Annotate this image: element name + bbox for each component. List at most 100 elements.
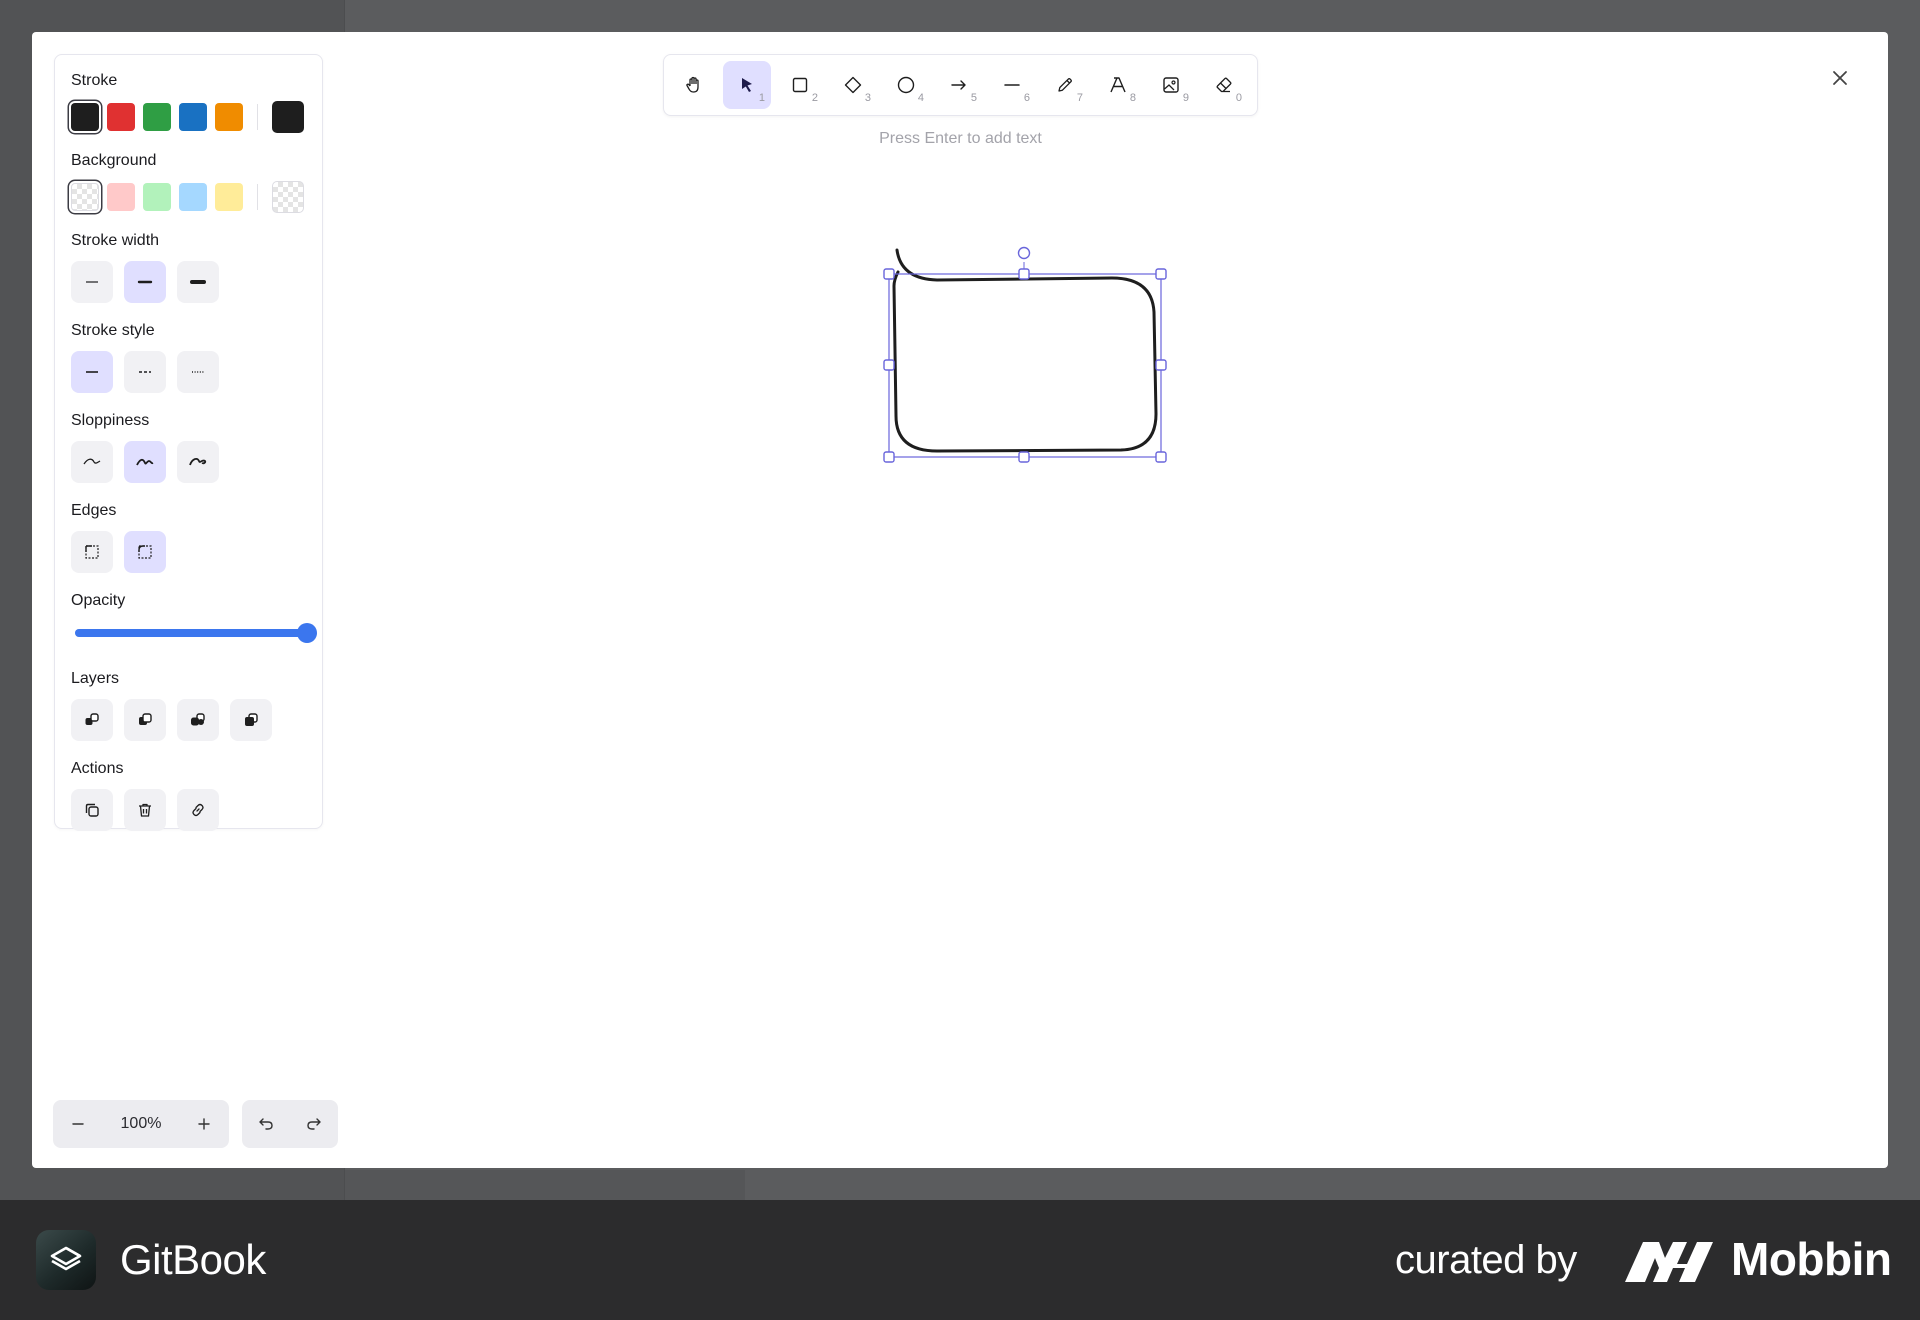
tool-key: 7 (1076, 92, 1083, 104)
stroke-style-dotted-button[interactable] (177, 351, 219, 393)
send-to-back-button[interactable] (71, 699, 113, 741)
sloppiness-cartoonist-button[interactable] (177, 441, 219, 483)
background-swatch[interactable] (71, 183, 99, 211)
tool-draw[interactable]: 7 (1041, 61, 1089, 109)
resize-handle[interactable] (883, 268, 895, 280)
mobbin-logo-icon (1625, 1242, 1713, 1282)
link-button[interactable] (177, 789, 219, 831)
bring-to-front-icon (245, 713, 258, 726)
tool-line[interactable]: 6 (988, 61, 1036, 109)
stroke-width-thin-button[interactable] (71, 261, 113, 303)
background-swatch[interactable] (215, 183, 243, 211)
resize-handle[interactable] (1155, 359, 1167, 371)
undo-button[interactable] (242, 1100, 290, 1148)
stroke-swatch[interactable] (215, 103, 243, 131)
resize-handle[interactable] (1155, 268, 1167, 280)
zoom-out-button[interactable] (53, 1100, 103, 1148)
tool-key: 4 (917, 92, 924, 104)
solid-line-icon (86, 371, 98, 373)
diamond-icon (844, 76, 862, 94)
rotation-handle[interactable] (1017, 246, 1031, 260)
dotted-line-icon (192, 371, 204, 373)
background-swatch[interactable] (143, 183, 171, 211)
tool-key: 1 (758, 92, 765, 104)
opacity-slider[interactable] (75, 621, 317, 645)
tool-key: 9 (1182, 92, 1189, 104)
close-icon (1833, 71, 1847, 85)
gitbook-brand: GitBook (120, 1236, 266, 1283)
resize-handle[interactable] (883, 359, 895, 371)
tool-arrow[interactable]: 5 (935, 61, 983, 109)
tool-rectangle[interactable]: 2 (776, 61, 824, 109)
send-to-back-icon (85, 713, 99, 725)
thin-line-icon (86, 281, 98, 283)
sloppiness-title: Sloppiness (71, 412, 150, 429)
stroke-style-solid-button[interactable] (71, 351, 113, 393)
properties-panel: Stroke Background Stroke width Stroke st… (54, 54, 323, 831)
undo-icon (259, 1118, 273, 1130)
layers-options (71, 699, 322, 741)
tool-key: 3 (864, 92, 871, 104)
resize-handle[interactable] (1018, 268, 1030, 280)
stroke-swatch[interactable] (143, 103, 171, 131)
arrow-icon (951, 80, 966, 90)
stroke-style-dashed-button[interactable] (124, 351, 166, 393)
background-swatch[interactable] (179, 183, 207, 211)
artist-icon (136, 458, 154, 466)
dashed-line-icon (139, 371, 151, 373)
stroke-swatch[interactable] (107, 103, 135, 131)
background-current-color[interactable] (272, 181, 304, 213)
tool-selection[interactable]: 1 (723, 61, 771, 109)
tool-eraser[interactable]: 0 (1200, 61, 1248, 109)
background-swatch[interactable] (107, 183, 135, 211)
footer-bar: GitBook curated by Mobbin (0, 1200, 1920, 1320)
bring-forward-button[interactable] (177, 699, 219, 741)
sloppiness-options (71, 441, 322, 483)
duplicate-button[interactable] (71, 789, 113, 831)
resize-handle[interactable] (883, 451, 895, 463)
link-icon (192, 803, 204, 817)
cartoonist-icon (189, 458, 207, 466)
bring-to-front-button[interactable] (230, 699, 272, 741)
swatch-divider (257, 104, 258, 130)
architect-icon (83, 458, 101, 465)
sloppiness-architect-button[interactable] (71, 441, 113, 483)
resize-handle[interactable] (1018, 451, 1030, 463)
send-backward-button[interactable] (124, 699, 166, 741)
duplicate-icon (85, 803, 99, 817)
send-backward-icon (139, 713, 152, 725)
redo-button[interactable] (290, 1100, 338, 1148)
edges-sharp-button[interactable] (71, 531, 113, 573)
close-button[interactable] (1824, 62, 1856, 94)
gitbook-book-icon (50, 1246, 82, 1271)
tool-diamond[interactable]: 3 (829, 61, 877, 109)
opacity-title: Opacity (71, 592, 126, 609)
resize-handle[interactable] (1155, 451, 1167, 463)
tool-key: 6 (1023, 92, 1030, 104)
text-icon (1110, 77, 1126, 93)
stroke-width-bold-button[interactable] (124, 261, 166, 303)
sloppiness-artist-button[interactable] (124, 441, 166, 483)
edges-round-button[interactable] (124, 531, 166, 573)
stroke-swatch[interactable] (179, 103, 207, 131)
tool-key: 5 (970, 92, 977, 104)
rounded-rectangle-shape[interactable] (892, 248, 1158, 453)
delete-button[interactable] (124, 789, 166, 831)
zoom-level[interactable]: 100% (103, 1115, 179, 1133)
opacity-knob[interactable] (297, 623, 317, 643)
zoom-in-button[interactable] (179, 1100, 229, 1148)
actions-title: Actions (71, 760, 124, 777)
tool-text[interactable]: 8 (1094, 61, 1142, 109)
tool-hand[interactable] (670, 61, 718, 109)
opacity-fill (75, 629, 307, 637)
tool-image[interactable]: 9 (1147, 61, 1195, 109)
stroke-swatch[interactable] (71, 103, 99, 131)
stroke-width-options (71, 261, 322, 303)
stroke-current-color[interactable] (272, 101, 304, 133)
mobbin-brand: Mobbin (1731, 1233, 1892, 1285)
trash-icon (139, 803, 151, 817)
gitbook-logo (36, 1230, 96, 1290)
tool-ellipse[interactable]: 4 (882, 61, 930, 109)
eraser-icon (1216, 77, 1232, 93)
stroke-width-extra-bold-button[interactable] (177, 261, 219, 303)
